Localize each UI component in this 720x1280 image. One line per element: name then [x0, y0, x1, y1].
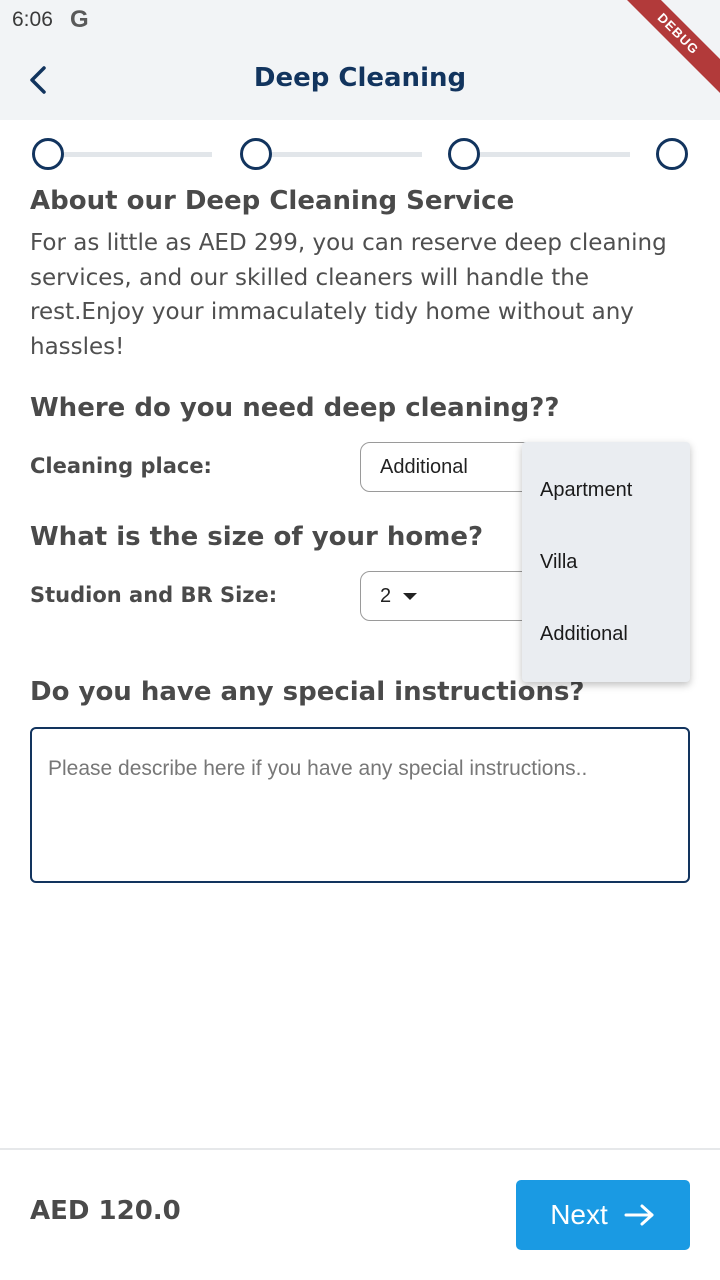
- instructions-input[interactable]: [48, 751, 668, 861]
- cleaning-place-value: Additional: [380, 456, 468, 478]
- instructions-field[interactable]: [30, 727, 690, 883]
- home-size-value: 2: [380, 585, 392, 607]
- instructions-section-title: Do you have any special instructions?: [30, 677, 585, 707]
- google-icon: G: [70, 6, 89, 33]
- location-section-title: Where do you need deep cleaning??: [30, 393, 560, 423]
- about-description: For as little as AED 299, you can reserv…: [30, 230, 667, 360]
- dropdown-option-apartment[interactable]: Apartment: [522, 454, 690, 526]
- step-connector: [478, 152, 630, 157]
- status-time: 6:06: [12, 8, 53, 31]
- size-section-title: What is the size of your home?: [30, 522, 484, 552]
- back-button[interactable]: [18, 60, 58, 100]
- step-connector: [270, 152, 422, 157]
- bottom-divider: [0, 1148, 720, 1150]
- progress-stepper: [32, 138, 688, 170]
- cleaning-place-dropdown-menu: Apartment Villa Additional: [522, 442, 690, 682]
- total-price: AED 120.0: [30, 1196, 181, 1226]
- chevron-left-icon: [30, 66, 46, 94]
- step-2-indicator[interactable]: [240, 138, 272, 170]
- about-title: About our Deep Cleaning Service: [30, 186, 515, 216]
- status-bar: 6:06 G: [0, 0, 720, 40]
- dropdown-option-additional[interactable]: Additional: [522, 598, 690, 670]
- step-4-indicator[interactable]: [656, 138, 688, 170]
- step-connector: [62, 152, 212, 157]
- home-size-label: Studion and BR Size:: [30, 583, 278, 607]
- app-bar: Deep Cleaning: [0, 40, 720, 120]
- step-1-indicator[interactable]: [32, 138, 64, 170]
- step-3-indicator[interactable]: [448, 138, 480, 170]
- dropdown-option-villa[interactable]: Villa: [522, 526, 690, 598]
- page-title: Deep Cleaning: [253, 63, 467, 93]
- next-button[interactable]: Next: [516, 1180, 690, 1250]
- caret-down-icon: [403, 593, 417, 600]
- next-button-label: Next: [550, 1199, 608, 1230]
- cleaning-place-label: Cleaning place:: [30, 454, 212, 478]
- arrow-right-icon: [624, 1204, 654, 1226]
